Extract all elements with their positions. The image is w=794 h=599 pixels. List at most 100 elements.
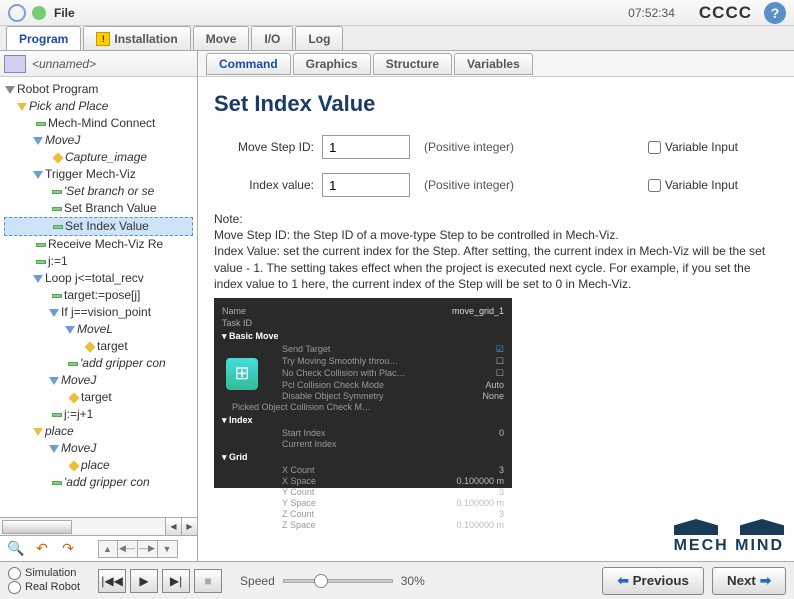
pos-int-hint: (Positive integer): [424, 140, 514, 154]
tree-loop[interactable]: Loop j<=total_recv: [45, 270, 144, 287]
step-icon: [36, 243, 46, 247]
warning-icon: !: [96, 32, 110, 46]
var-input-checkbox-1[interactable]: [648, 141, 661, 154]
h-scrollbar[interactable]: ◀ ▶: [0, 517, 197, 535]
tree-capture[interactable]: Capture_image: [65, 149, 147, 166]
tree-jinc[interactable]: j:=j+1: [64, 406, 93, 423]
previous-button[interactable]: ⬅Previous: [602, 567, 703, 595]
play-button[interactable]: ▶: [130, 569, 158, 593]
program-header: <unnamed>: [0, 51, 197, 77]
search-icon[interactable]: 🔍: [4, 538, 28, 560]
tree-add-grip1[interactable]: 'add gripper con: [80, 355, 166, 372]
rewind-button[interactable]: |◀◀: [98, 569, 126, 593]
nav-up-icon[interactable]: ▲: [98, 540, 118, 558]
speed-label: Speed: [240, 574, 275, 588]
move-grid-icon: ⊞: [226, 358, 258, 390]
mv-yspace: Y Space: [282, 498, 316, 508]
sim-radio-input[interactable]: [8, 567, 21, 580]
mv-pcl-mode: Pcl Collision Check Mode: [282, 380, 384, 390]
mv-ycount: Y Count: [282, 487, 314, 497]
realrobot-radio-input[interactable]: [8, 581, 21, 594]
tab-installation[interactable]: ! Installation: [83, 26, 190, 50]
mv-xspace: X Space: [282, 476, 316, 486]
arrow-right-icon: ➡: [760, 573, 771, 589]
program-tree[interactable]: Robot Program Pick and Place Mech-Mind C…: [0, 77, 197, 517]
nav-down-icon[interactable]: ▼: [158, 540, 178, 558]
step-icon: [52, 413, 62, 417]
realrobot-radio[interactable]: Real Robot: [8, 581, 80, 594]
step-icon: [52, 294, 62, 298]
stop-button[interactable]: ■: [194, 569, 222, 593]
mv-sec-index: ▾ Index: [222, 415, 504, 426]
sim-radio[interactable]: Simulation: [8, 567, 80, 580]
tab-log[interactable]: Log: [295, 26, 343, 50]
tree-if-vision[interactable]: If j==vision_point: [61, 304, 151, 321]
scroll-right-icon[interactable]: ▶: [181, 518, 197, 535]
mv-name-v: move_grid_1: [452, 306, 504, 316]
tree-target1[interactable]: target: [97, 338, 128, 355]
tree-movej1[interactable]: MoveJ: [45, 132, 80, 149]
speed-slider[interactable]: [283, 579, 393, 583]
tree-movel1[interactable]: MoveL: [77, 321, 113, 338]
var-input-1[interactable]: Variable Input: [648, 140, 738, 154]
speed-knob[interactable]: [314, 574, 328, 588]
tree-set-branch-se[interactable]: 'Set branch or se: [64, 183, 154, 200]
subtab-variables[interactable]: Variables: [454, 53, 533, 75]
index-label: Index value:: [214, 178, 314, 192]
program-tree-panel: <unnamed> Robot Program Pick and Place M…: [0, 51, 198, 561]
scroll-left-icon[interactable]: ◀: [165, 518, 181, 535]
scrollbar-thumb[interactable]: [2, 520, 72, 534]
tree-movej2[interactable]: MoveJ: [61, 372, 96, 389]
disk-icon[interactable]: [4, 55, 26, 73]
mv-name-k: Name: [222, 306, 246, 316]
move-step-label: Move Step ID:: [214, 140, 314, 154]
tree-root[interactable]: Robot Program: [17, 81, 98, 98]
tree-place2[interactable]: place: [81, 457, 110, 474]
tree-toolbar: 🔍 ↶ ↷ ▲ ◀— —▶ ▼: [0, 535, 197, 561]
pos-int-hint-2: (Positive integer): [424, 178, 514, 192]
file-menu[interactable]: File: [54, 6, 75, 20]
subtab-structure[interactable]: Structure: [373, 53, 452, 75]
help-icon[interactable]: ?: [764, 2, 786, 24]
var-input-2[interactable]: Variable Input: [648, 178, 738, 192]
mv-sec-basic: ▾ Basic Move: [222, 331, 504, 342]
content-panel: Command Graphics Structure Variables Set…: [198, 51, 794, 561]
mv-sec-grid: ▾ Grid: [222, 452, 504, 463]
tree-target-pose[interactable]: target:=pose[j]: [64, 287, 140, 304]
tree-movej3[interactable]: MoveJ: [61, 440, 96, 457]
redo-icon[interactable]: ↷: [56, 538, 80, 560]
move-step-input[interactable]: [322, 135, 410, 159]
mv-send-target: Send Target: [282, 344, 330, 355]
tree-trigger[interactable]: Trigger Mech-Viz: [45, 166, 136, 183]
var-input-checkbox-2[interactable]: [648, 179, 661, 192]
mv-try-moving: Try Moving Smoothly throu…: [282, 356, 398, 367]
cccc-label: CCCC: [699, 3, 752, 23]
subtab-command[interactable]: Command: [206, 53, 291, 75]
clock: 07:52:34: [628, 6, 675, 20]
tab-program[interactable]: Program: [6, 26, 81, 50]
logo-text: MECH MIND: [674, 537, 784, 555]
undo-icon[interactable]: ↶: [30, 538, 54, 560]
next-button[interactable]: Next➡: [712, 567, 786, 595]
tree-add-grip2[interactable]: 'add gripper con: [64, 474, 150, 491]
program-name[interactable]: <unnamed>: [32, 57, 96, 71]
page-title: Set Index Value: [214, 91, 778, 117]
tree-set-branch[interactable]: Set Branch Value: [64, 200, 157, 217]
note-header: Note:: [214, 211, 778, 227]
nav-right-icon[interactable]: —▶: [138, 540, 158, 558]
subtab-graphics[interactable]: Graphics: [293, 53, 371, 75]
tab-move[interactable]: Move: [193, 26, 250, 50]
power-icon[interactable]: [32, 6, 46, 20]
tab-io[interactable]: I/O: [251, 26, 293, 50]
tree-j1[interactable]: j:=1: [48, 253, 68, 270]
step-button[interactable]: ▶|: [162, 569, 190, 593]
tree-place[interactable]: place: [45, 423, 74, 440]
tree-mech-connect[interactable]: Mech-Mind Connect: [48, 115, 155, 132]
nav-left-icon[interactable]: ◀—: [118, 540, 138, 558]
tree-pick-place[interactable]: Pick and Place: [29, 98, 108, 115]
tree-receive[interactable]: Receive Mech-Viz Re: [48, 236, 163, 253]
index-input[interactable]: [322, 173, 410, 197]
tree-target2[interactable]: target: [81, 389, 112, 406]
tree-set-index[interactable]: Set Index Value: [65, 218, 149, 235]
step-icon: [36, 260, 46, 264]
